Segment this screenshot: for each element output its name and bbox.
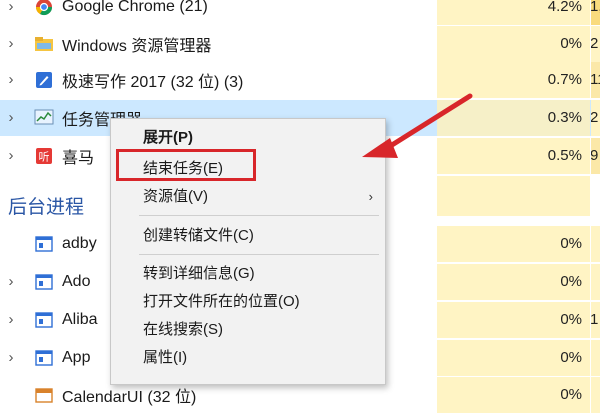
annotation-arrow-icon	[362, 93, 473, 158]
